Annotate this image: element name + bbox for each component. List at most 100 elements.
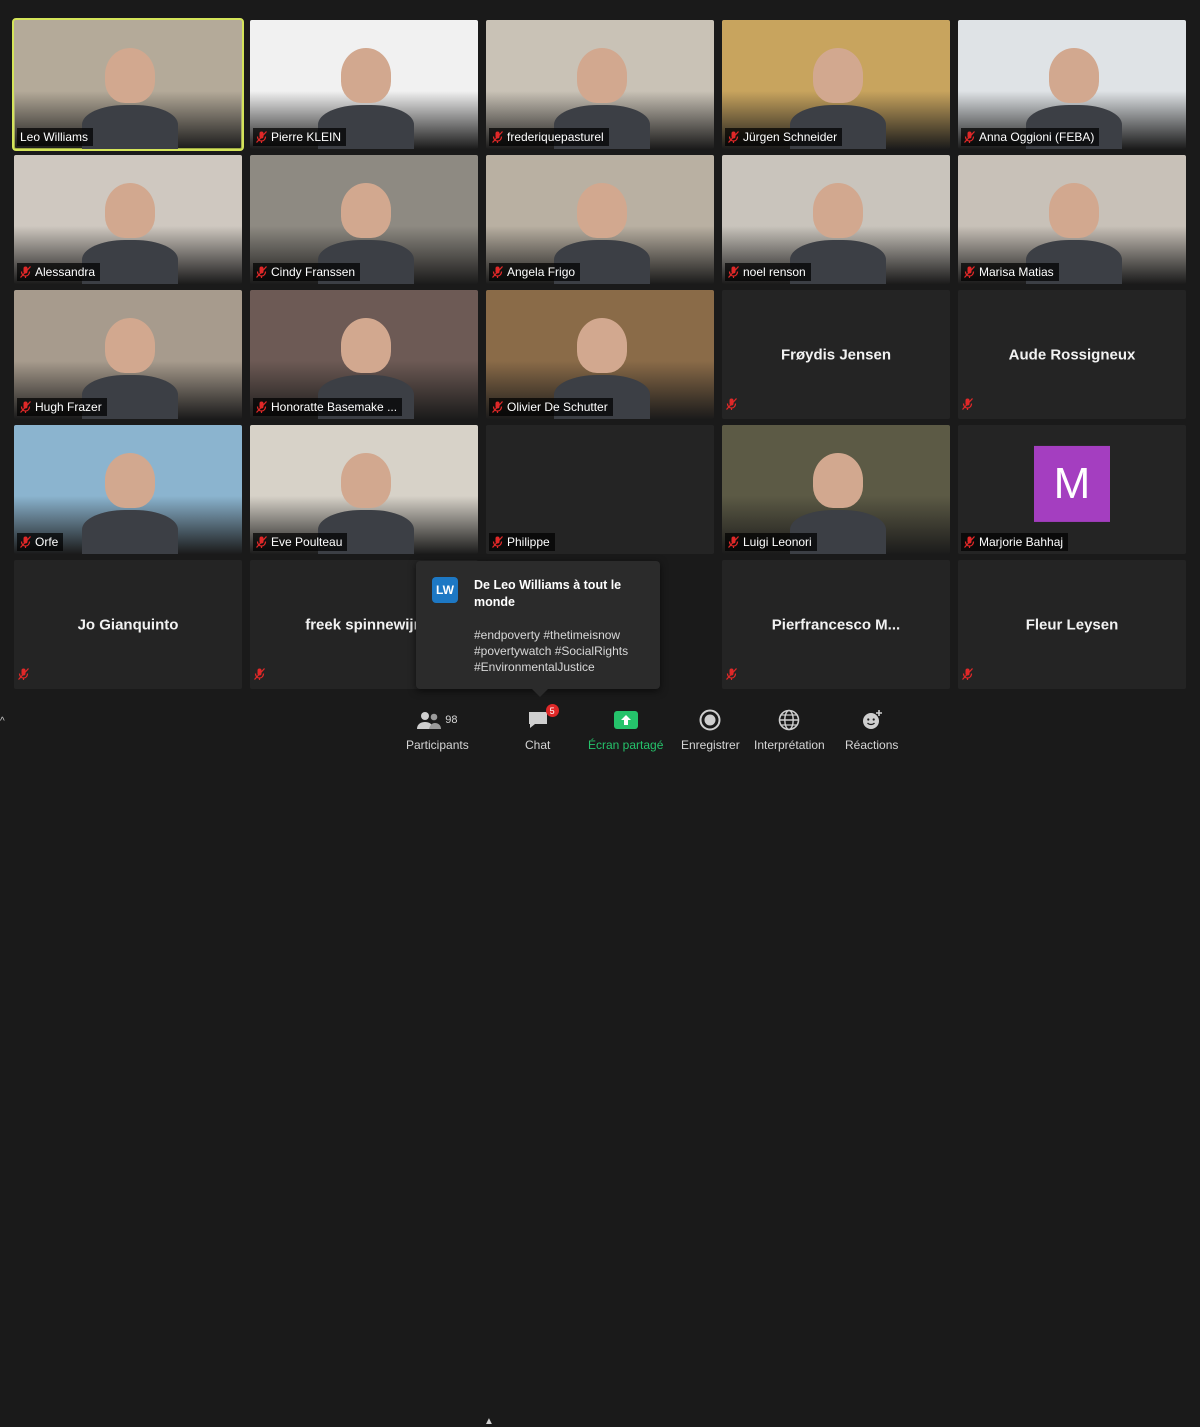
chat-button[interactable]: 5 Chat [525,704,559,752]
participant-tile[interactable]: Angela Frigo [486,155,714,284]
record-icon [699,709,721,731]
globe-icon [779,709,800,731]
participant-name: Aude Rossigneux [1008,346,1136,363]
participant-tile[interactable]: Honoratte Basemake ... [250,290,478,419]
participant-name: Fleur Leysen [1025,616,1119,633]
muted-mic-icon [728,131,739,143]
participant-tile[interactable]: Olivier De Schutter [486,290,714,419]
name-tag: Jürgen Schneider [725,128,843,146]
share-screen-label: Écran partagé [588,738,664,752]
share-screen-button[interactable]: Écran partagé [588,708,663,752]
record-button[interactable]: Enregistrer [681,708,740,752]
participant-tile[interactable]: Leo Williams [12,18,244,151]
participant-tile[interactable]: Anna Oggioni (FEBA) [958,20,1186,149]
name-tag: Leo Williams [17,128,94,146]
muted-mic-icon [256,131,267,143]
participant-name: Frøydis Jensen [780,346,892,363]
interpretation-button[interactable]: Interprétation [754,708,825,752]
muted-mic-icon [728,536,739,548]
participant-name: Angela Frigo [507,265,576,279]
participant-name: Olivier De Schutter [507,400,608,414]
chat-badge: 5 [545,704,559,717]
share-screen-icon [613,711,638,729]
participant-name: Luigi Leonori [743,535,812,549]
participant-tile[interactable]: Jo Gianquinto [14,560,242,689]
muted-mic-icon [726,667,737,685]
reactions-button[interactable]: Réactions [845,708,898,752]
muted-mic-icon [492,266,503,278]
name-tag: Honoratte Basemake ... [253,398,403,416]
avatar: M [1034,445,1110,522]
participant-tile[interactable]: Cindy Franssen [250,155,478,284]
name-tag: Marjorie Bahhaj [961,533,1069,551]
participant-tile[interactable]: Pierre KLEIN [250,20,478,149]
participant-name: Alessandra [35,265,96,279]
participant-tile[interactable]: Philippe [486,425,714,554]
muted-mic-icon [964,536,975,548]
name-tag: Marisa Matias [961,263,1059,281]
participant-name: Cindy Franssen [271,265,356,279]
participant-tile[interactable]: frederiquepasturel [486,20,714,149]
muted-mic-icon [20,401,31,413]
record-label: Enregistrer [681,738,740,752]
name-tag: Angela Frigo [489,263,581,281]
muted-mic-icon [726,397,737,415]
muted-mic-icon [18,667,29,685]
participant-name: Leo Williams [20,130,89,144]
participant-name: Hugh Frazer [35,400,102,414]
muted-mic-icon [962,667,973,685]
name-tag: Eve Poulteau [253,533,348,551]
participants-icon [417,712,442,729]
participant-tile[interactable]: Aude Rossigneux [958,290,1186,419]
participant-tile[interactable]: M Marjorie Bahhaj [958,425,1186,554]
participant-tile[interactable]: Luigi Leonori [722,425,950,554]
participant-tile[interactable]: Jürgen Schneider [722,20,950,149]
participant-tile[interactable]: noel renson [722,155,950,284]
chat-label: Chat [525,738,551,752]
participant-name: Marisa Matias [979,265,1054,279]
participant-name: Pierre KLEIN [271,130,342,144]
chat-sender: De Leo Williams à tout le monde [474,578,622,609]
participants-button[interactable]: 98 Participants [406,708,469,752]
name-tag: noel renson [725,263,811,281]
participant-name: Marjorie Bahhaj [979,535,1064,549]
muted-mic-icon [20,266,31,278]
participant-tile[interactable]: Frøydis Jensen [722,290,950,419]
participant-tile[interactable]: Marisa Matias [958,155,1186,284]
participant-name: frederiquepasturel [507,130,604,144]
name-tag: Philippe [489,533,555,551]
interpretation-label: Interprétation [754,738,825,752]
name-tag: Pierre KLEIN [253,128,347,146]
corner-caret-icon[interactable]: ^ [0,716,5,727]
participants-caret-icon[interactable]: ▲ [484,1416,494,1427]
participant-name: Orfe [35,535,59,549]
muted-mic-icon [256,401,267,413]
participant-tile[interactable]: Alessandra [14,155,242,284]
participant-tile[interactable]: Orfe [14,425,242,554]
participant-tile[interactable]: Pierfrancesco M... [722,560,950,689]
participant-name: Eve Poulteau [271,535,343,549]
chat-icon [528,712,547,728]
name-tag: Orfe [17,533,64,551]
sender-avatar: LW [432,577,458,603]
name-tag: Olivier De Schutter [489,398,613,416]
emoji-plus-icon [862,710,882,729]
muted-mic-icon [492,131,503,143]
chat-message: #endpoverty #thetimeisnow #povertywatch … [474,628,629,674]
participant-tile[interactable]: Fleur Leysen [958,560,1186,689]
muted-mic-icon [962,397,973,415]
participant-name: Anna Oggioni (FEBA) [979,130,1095,144]
participant-tile[interactable]: Hugh Frazer [14,290,242,419]
participant-name: Honoratte Basemake ... [271,400,398,414]
participant-tile[interactable]: Eve Poulteau [250,425,478,554]
participants-label: Participants [406,738,469,752]
muted-mic-icon [256,266,267,278]
muted-mic-icon [492,536,503,548]
muted-mic-icon [964,266,975,278]
reactions-label: Réactions [845,738,899,752]
participant-name: Jo Gianquinto [77,616,179,633]
name-tag: Luigi Leonori [725,533,817,551]
meeting-toolbar: 98 Participants ▲ 5 Chat Écran partagé E… [0,700,1200,1427]
chat-notification[interactable]: LW De Leo Williams à tout le monde #endp… [416,561,660,697]
muted-mic-icon [254,667,265,685]
